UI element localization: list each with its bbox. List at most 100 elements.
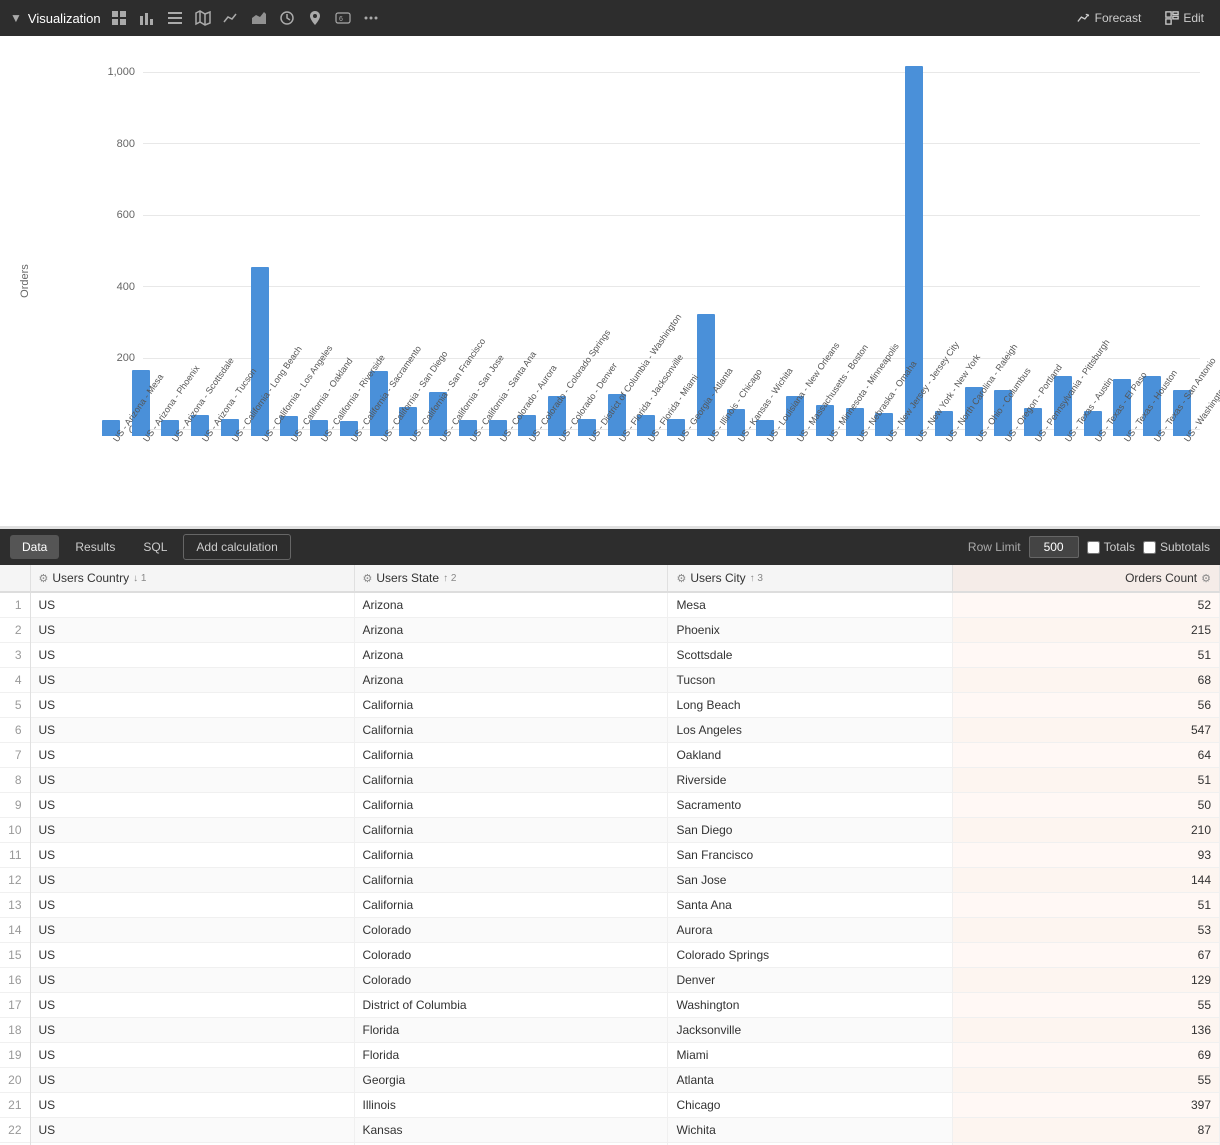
country-cell: US	[30, 943, 354, 968]
tab-data[interactable]: Data	[10, 535, 59, 559]
country-cell: US	[30, 868, 354, 893]
orders-cell: 51	[953, 643, 1220, 668]
row-num: 5	[0, 693, 30, 718]
state-cell: Arizona	[354, 643, 668, 668]
table-row: 10 US California San Diego 210	[0, 818, 1220, 843]
add-calculation-button[interactable]: Add calculation	[183, 534, 290, 560]
orders-cell: 129	[953, 968, 1220, 993]
city-cell: Los Angeles	[668, 718, 953, 743]
country-cell: US	[30, 818, 354, 843]
grid-icon[interactable]	[107, 6, 131, 30]
row-num: 1	[0, 592, 30, 618]
table-row: 20 US Georgia Atlanta 55	[0, 1068, 1220, 1093]
row-num-header	[0, 565, 30, 592]
number-badge-icon[interactable]: 6	[331, 6, 355, 30]
orders-cell: 210	[953, 818, 1220, 843]
city-gear-icon[interactable]: ⚙	[676, 572, 686, 585]
state-cell: Colorado	[354, 943, 668, 968]
country-cell: US	[30, 993, 354, 1018]
x-label-item: US - California - Long Beach	[216, 436, 244, 486]
subtotals-checkbox-group[interactable]: Subtotals	[1143, 540, 1210, 554]
row-num: 21	[0, 1093, 30, 1118]
x-label-item: US - California - San Jose	[424, 436, 452, 486]
orders-cell: 55	[953, 1068, 1220, 1093]
more-icon[interactable]	[359, 6, 383, 30]
city-cell: Atlanta	[668, 1068, 953, 1093]
bar-group[interactable]	[97, 66, 125, 436]
chevron-down-icon[interactable]: ▼	[10, 11, 22, 25]
toolbar-right: Forecast Edit	[1071, 8, 1210, 28]
orders-cell: 52	[953, 592, 1220, 618]
orders-cell: 136	[953, 1018, 1220, 1043]
x-label-item: US - Texas - Austin	[1049, 436, 1077, 486]
orders-cell: 64	[953, 743, 1220, 768]
state-cell: Florida	[354, 1018, 668, 1043]
toolbar-left: ▼ Visualization	[10, 6, 1063, 30]
x-label-item: US - Louisiana - New Orleans	[752, 436, 780, 486]
orders-cell: 547	[953, 718, 1220, 743]
city-cell: Chicago	[668, 1093, 953, 1118]
state-cell: California	[354, 868, 668, 893]
country-cell: US	[30, 843, 354, 868]
orders-cell: 55	[953, 993, 1220, 1018]
city-cell: Denver	[668, 968, 953, 993]
state-cell: California	[354, 718, 668, 743]
city-cell: Scottsdale	[668, 643, 953, 668]
tab-sql[interactable]: SQL	[131, 535, 179, 559]
table-row: 14 US Colorado Aurora 53	[0, 918, 1220, 943]
country-cell: US	[30, 718, 354, 743]
x-label-item: US - Colorado - Aurora	[484, 436, 512, 486]
orders-cell: 397	[953, 1093, 1220, 1118]
bar-chart-icon[interactable]	[135, 6, 159, 30]
forecast-button[interactable]: Forecast	[1071, 8, 1148, 28]
x-label-item: US - Illinois - Chicago	[692, 436, 720, 486]
totals-checkbox-group[interactable]: Totals	[1087, 540, 1135, 554]
subtotals-checkbox[interactable]	[1143, 541, 1156, 554]
row-num: 17	[0, 993, 30, 1018]
orders-cell: 51	[953, 768, 1220, 793]
edit-button[interactable]: Edit	[1159, 8, 1210, 28]
x-label-item: US - California - San Diego	[365, 436, 393, 486]
city-cell: Santa Ana	[668, 893, 953, 918]
x-label-item: US - California - Los Angeles	[246, 436, 274, 486]
map-icon[interactable]	[191, 6, 215, 30]
city-cell: Tucson	[668, 668, 953, 693]
orders-cell: 53	[953, 918, 1220, 943]
x-label-item: US - California - San Francisco	[395, 436, 423, 486]
area-chart-icon[interactable]	[247, 6, 271, 30]
x-label-item: US - Washington - Seattle	[1168, 436, 1196, 486]
state-cell: Kansas	[354, 1118, 668, 1143]
row-limit-input[interactable]	[1029, 536, 1079, 558]
x-axis-labels: US - Arizona - MesaUS - Arizona - Phoeni…	[93, 436, 1200, 486]
orders-col-label: Orders Count	[1125, 571, 1197, 585]
orders-gear-icon[interactable]: ⚙	[1201, 572, 1211, 585]
state-cell: Illinois	[354, 1093, 668, 1118]
state-cell: Georgia	[354, 1068, 668, 1093]
tab-results[interactable]: Results	[63, 535, 127, 559]
row-num: 6	[0, 718, 30, 743]
x-label-item: US - Texas - San Antonio	[1138, 436, 1166, 486]
toolbar-icons: 6	[107, 6, 383, 30]
row-num: 16	[0, 968, 30, 993]
orders-cell: 50	[953, 793, 1220, 818]
clock-icon[interactable]	[275, 6, 299, 30]
state-gear-icon[interactable]: ⚙	[363, 572, 373, 585]
table-body: 1 US Arizona Mesa 52 2 US Arizona Phoeni…	[0, 592, 1220, 1145]
line-chart-icon[interactable]	[219, 6, 243, 30]
x-label-item: US - Arizona - Scottsdale	[157, 436, 185, 486]
x-label-item: US - Oregon - Portland	[990, 436, 1018, 486]
city-cell: San Diego	[668, 818, 953, 843]
state-cell: California	[354, 818, 668, 843]
bar[interactable]	[905, 66, 923, 436]
city-cell: Riverside	[668, 768, 953, 793]
city-col-header: ⚙ Users City ↑ 3	[668, 565, 953, 592]
table-row: 11 US California San Francisco 93	[0, 843, 1220, 868]
x-label-item: US - Arizona - Mesa	[97, 436, 125, 486]
table-lines-icon[interactable]	[163, 6, 187, 30]
totals-checkbox[interactable]	[1087, 541, 1100, 554]
pin-icon[interactable]	[303, 6, 327, 30]
table-row: 16 US Colorado Denver 129	[0, 968, 1220, 993]
state-cell: California	[354, 768, 668, 793]
row-num: 20	[0, 1068, 30, 1093]
country-gear-icon[interactable]: ⚙	[39, 572, 49, 585]
